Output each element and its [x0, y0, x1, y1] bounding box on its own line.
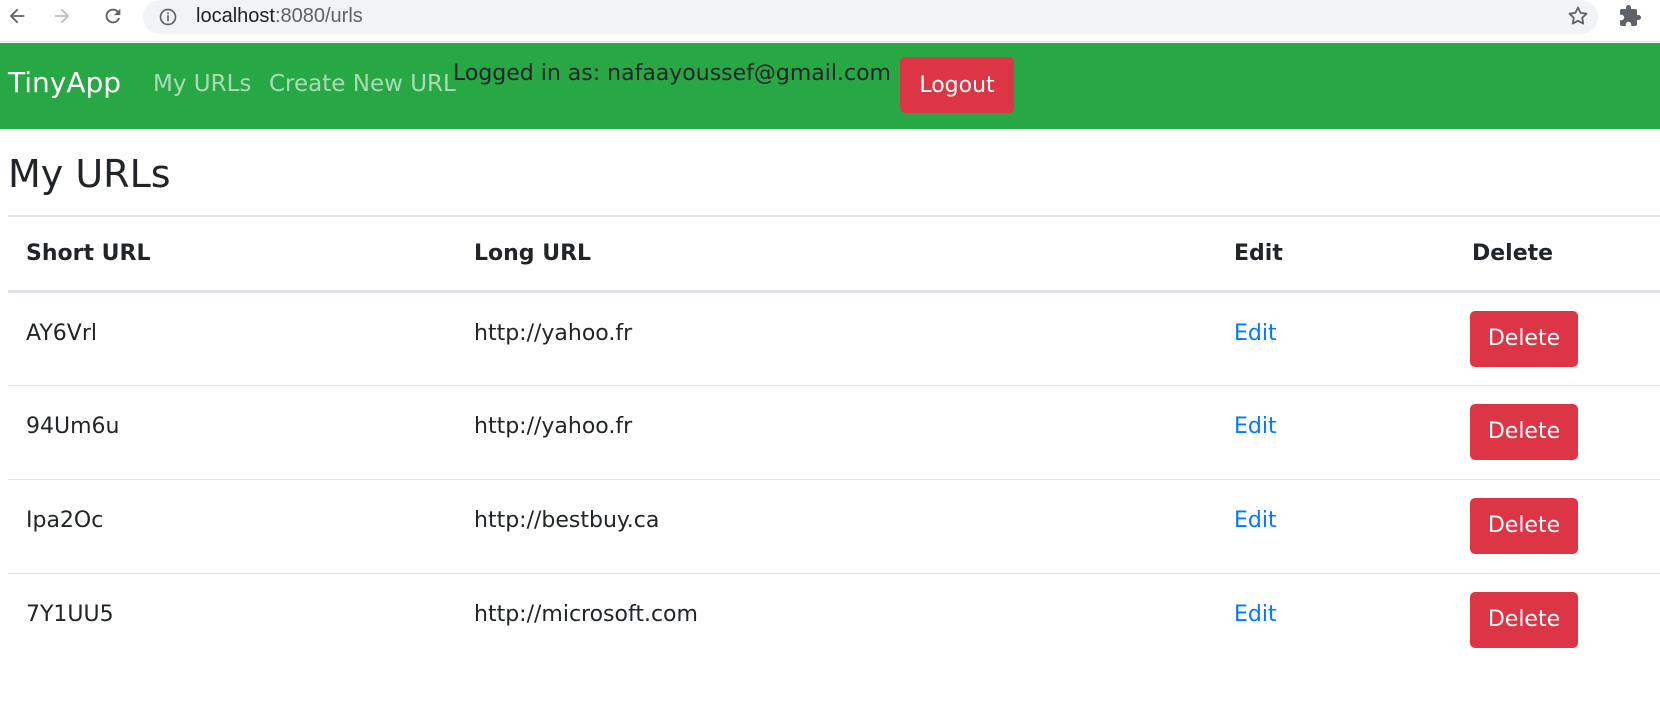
- url-path: :8080/urls: [274, 5, 363, 27]
- short-url-cell: Ipa2Oc: [8, 479, 456, 574]
- logout-button[interactable]: Logout: [900, 57, 1014, 113]
- reload-icon: [105, 8, 121, 24]
- back-button[interactable]: [4, 3, 30, 29]
- edit-cell: Edit: [1216, 479, 1454, 574]
- delete-cell: Delete: [1454, 385, 1660, 480]
- header-edit: Edit: [1216, 215, 1454, 293]
- urls-table-container: Short URL Long URL Edit Delete AY6Vrl ht…: [8, 215, 1660, 667]
- address-bar[interactable]: localhost:8080/urls: [143, 0, 1598, 34]
- edit-link[interactable]: Edit: [1234, 602, 1277, 627]
- long-url-cell: http://bestbuy.ca: [456, 479, 1216, 574]
- long-url-cell: http://microsoft.com: [474, 601, 698, 627]
- short-url-cell: AY6Vrl: [8, 291, 456, 386]
- edit-cell: Edit: [1216, 385, 1454, 480]
- delete-button[interactable]: Delete: [1470, 403, 1578, 460]
- bookmark-star-icon[interactable]: [1566, 4, 1590, 28]
- header-short-url: Short URL: [8, 215, 456, 293]
- table-row: Ipa2Oc http://bestbuy.ca Edit Delete: [8, 479, 1660, 574]
- header-long-url: Long URL: [456, 215, 1216, 293]
- delete-button[interactable]: Delete: [1470, 591, 1578, 648]
- extensions-puzzle-icon[interactable]: [1618, 4, 1642, 28]
- long-url-cell: http://yahoo.fr: [456, 291, 1216, 386]
- arrow-left-icon: [9, 8, 25, 24]
- urls-table: Short URL Long URL Edit Delete AY6Vrl ht…: [8, 215, 1660, 667]
- nav-link-my-urls[interactable]: My URLs: [153, 71, 251, 97]
- edit-cell: Edit: [1216, 573, 1454, 667]
- forward-button[interactable]: [49, 3, 75, 29]
- logged-in-status: Logged in as: nafaayoussef@gmail.com: [453, 61, 891, 86]
- brand-logo[interactable]: TinyApp: [8, 66, 121, 99]
- delete-cell: Delete: [1454, 573, 1660, 667]
- table-row: AY6Vrl http://yahoo.fr Edit Delete: [8, 291, 1660, 386]
- browser-toolbar: localhost:8080/urls: [0, 0, 1660, 42]
- table-row: 94Um6u http://yahoo.fr Edit Delete: [8, 385, 1660, 480]
- short-url-cell: 7Y1UU5: [26, 601, 114, 627]
- reload-button[interactable]: [100, 3, 126, 29]
- edit-link[interactable]: Edit: [1234, 508, 1277, 533]
- edit-cell: Edit: [1216, 291, 1454, 386]
- header-delete: Delete: [1454, 215, 1660, 293]
- edit-link[interactable]: Edit: [1234, 321, 1277, 346]
- nav-link-create-new-url[interactable]: Create New URL: [269, 71, 456, 97]
- table-header-row: Short URL Long URL Edit Delete: [8, 215, 1660, 293]
- app-navbar: TinyApp My URLs Create New URL Logged in…: [0, 43, 1660, 129]
- delete-button[interactable]: Delete: [1470, 310, 1578, 367]
- edit-link[interactable]: Edit: [1234, 414, 1277, 439]
- delete-cell: Delete: [1454, 479, 1660, 574]
- arrow-right-icon: [54, 8, 70, 24]
- url-text: localhost:8080/urls: [196, 5, 363, 28]
- url-host: localhost: [196, 5, 275, 27]
- info-icon[interactable]: [158, 7, 178, 27]
- delete-button[interactable]: Delete: [1470, 497, 1578, 554]
- page-title: My URLs: [8, 152, 171, 196]
- short-url-cell: 94Um6u: [8, 385, 456, 480]
- delete-cell: Delete: [1454, 291, 1660, 386]
- long-url-cell: http://yahoo.fr: [456, 385, 1216, 480]
- table-row: 7Y1UU5 http://microsoft.com Edit Delete: [8, 573, 1660, 667]
